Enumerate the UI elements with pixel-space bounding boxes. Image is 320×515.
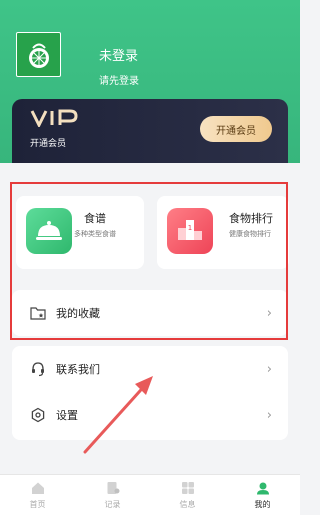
home-icon bbox=[31, 482, 44, 494]
settings-hexagon-icon bbox=[31, 407, 45, 423]
login-prompt[interactable]: 请先登录 bbox=[99, 72, 139, 87]
favorites-row[interactable]: 我的收藏 › bbox=[12, 290, 288, 336]
folder-star-icon bbox=[30, 307, 46, 320]
tab-profile-label: 我的 bbox=[254, 500, 271, 509]
settings-row[interactable]: 设置 › bbox=[12, 392, 288, 438]
favorites-card: 我的收藏 › bbox=[12, 290, 288, 336]
chevron-right-icon: › bbox=[266, 407, 272, 423]
open-vip-button[interactable]: 开通会员 bbox=[200, 116, 272, 142]
bottom-tab-bar: 首页 记录 信息 我的 bbox=[0, 474, 300, 515]
menu-card: 联系我们 › 设置 › bbox=[12, 346, 288, 440]
recipes-subtitle: 多种类型食谱 bbox=[74, 230, 116, 238]
tab-info-label: 信息 bbox=[179, 500, 196, 509]
tab-home-label: 首页 bbox=[29, 500, 46, 509]
tab-info[interactable]: 信息 bbox=[150, 475, 225, 515]
svg-text:1: 1 bbox=[188, 224, 192, 232]
food-ranking-title: 食物排行 bbox=[229, 212, 273, 225]
chevron-right-icon: › bbox=[266, 305, 272, 321]
avatar[interactable] bbox=[16, 32, 61, 77]
app-logo-icon bbox=[28, 43, 49, 68]
vip-card: 开通会员 开通会员 bbox=[12, 99, 288, 163]
record-icon bbox=[107, 482, 119, 494]
recipes-card[interactable]: 食谱 多种类型食谱 bbox=[16, 196, 144, 269]
info-icon bbox=[181, 482, 194, 494]
headset-icon bbox=[32, 362, 44, 377]
contact-row[interactable]: 联系我们 › bbox=[12, 346, 288, 392]
podium-icon: 1 bbox=[167, 208, 213, 254]
food-ranking-card[interactable]: 1 食物排行 健康食物排行 bbox=[157, 196, 289, 269]
tab-profile[interactable]: 我的 bbox=[225, 475, 300, 515]
login-status[interactable]: 未登录 bbox=[99, 45, 138, 64]
tab-record-label: 记录 bbox=[104, 500, 121, 509]
chevron-right-icon: › bbox=[266, 361, 272, 377]
tab-home[interactable]: 首页 bbox=[0, 475, 75, 515]
profile-icon bbox=[256, 482, 269, 495]
vip-logo-icon bbox=[30, 109, 78, 127]
recipes-title: 食谱 bbox=[84, 212, 106, 225]
contact-label: 联系我们 bbox=[56, 363, 100, 376]
vip-description: 开通会员 bbox=[30, 139, 67, 149]
settings-label: 设置 bbox=[56, 409, 78, 422]
food-ranking-subtitle: 健康食物排行 bbox=[229, 230, 271, 238]
cloche-icon bbox=[26, 208, 72, 254]
tab-record[interactable]: 记录 bbox=[75, 475, 150, 515]
favorites-label: 我的收藏 bbox=[56, 307, 100, 320]
